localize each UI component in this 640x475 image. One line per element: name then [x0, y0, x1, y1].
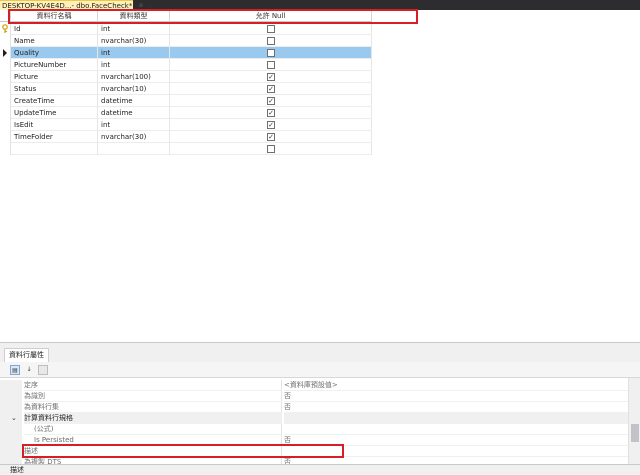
- data-type-cell[interactable]: int: [98, 47, 170, 59]
- row-selector[interactable]: [0, 107, 11, 119]
- property-row[interactable]: (公式): [0, 424, 628, 435]
- table-row[interactable]: Status nvarchar(10) ✓: [0, 83, 372, 95]
- allow-null-checkbox[interactable]: ✓: [267, 109, 275, 117]
- row-selector[interactable]: [0, 35, 11, 47]
- row-selector[interactable]: [0, 95, 11, 107]
- data-type-cell[interactable]: datetime: [98, 95, 170, 107]
- data-type-cell[interactable]: datetime: [98, 107, 170, 119]
- property-value[interactable]: 否: [284, 391, 628, 402]
- data-type-cell[interactable]: [98, 143, 170, 155]
- property-row[interactable]: 為資料行集否: [0, 402, 628, 413]
- property-gutter: [0, 402, 22, 413]
- row-selector[interactable]: [0, 59, 11, 71]
- table-row[interactable]: UpdateTime datetime ✓: [0, 107, 372, 119]
- table-row[interactable]: Id int: [0, 23, 372, 35]
- column-name-cell[interactable]: Status: [11, 83, 98, 95]
- property-name: 計算資料行規格: [24, 413, 282, 424]
- property-pages-icon[interactable]: [38, 365, 48, 375]
- property-value[interactable]: 否: [284, 457, 628, 464]
- properties-panel-tabstrip: 資料行屬性: [0, 342, 640, 362]
- property-name: 為識別: [24, 391, 282, 402]
- property-name: 定序: [24, 380, 282, 391]
- alphabetical-sort-icon[interactable]: ↓: [24, 365, 34, 375]
- row-selector[interactable]: [0, 71, 11, 83]
- property-value[interactable]: [284, 413, 628, 424]
- allow-null-checkbox[interactable]: [267, 49, 275, 57]
- pin-icon[interactable]: ⊕: [138, 2, 143, 9]
- property-gutter: [0, 435, 22, 446]
- table-row[interactable]: CreateTime datetime ✓: [0, 95, 372, 107]
- property-gutter: [0, 457, 22, 464]
- primary-key-icon[interactable]: [0, 23, 11, 35]
- column-name-cell[interactable]: IsEdit: [11, 119, 98, 131]
- column-name-cell[interactable]: Picture: [11, 71, 98, 83]
- property-value[interactable]: <資料庫預設值>: [284, 380, 628, 391]
- data-type-cell[interactable]: nvarchar(10): [98, 83, 170, 95]
- annotation-highlight-header: [8, 9, 418, 24]
- scrollbar-thumb[interactable]: [631, 424, 639, 442]
- categorized-sort-icon[interactable]: ▤: [10, 365, 20, 375]
- table-row[interactable]: PictureNumber int: [0, 59, 372, 71]
- properties-toolbar: ▤ ↓: [0, 362, 640, 378]
- current-row-arrow-icon[interactable]: [0, 47, 11, 59]
- property-name: 為資料行集: [24, 402, 282, 413]
- row-selector[interactable]: [0, 83, 11, 95]
- data-type-cell[interactable]: int: [98, 119, 170, 131]
- column-name-cell[interactable]: PictureNumber: [11, 59, 98, 71]
- property-value[interactable]: [284, 424, 628, 435]
- description-bar: 描述: [0, 464, 640, 475]
- property-row[interactable]: 為識別否: [0, 391, 628, 402]
- allow-null-checkbox[interactable]: ✓: [267, 121, 275, 129]
- property-name: 為複製 DTS: [24, 457, 282, 464]
- property-row[interactable]: 定序 <資料庫預設值>: [0, 380, 628, 391]
- chevron-down-icon[interactable]: ⌄: [11, 413, 17, 424]
- column-name-cell[interactable]: Quality: [11, 47, 98, 59]
- column-name-cell[interactable]: CreateTime: [11, 95, 98, 107]
- column-name-cell[interactable]: TimeFolder: [11, 131, 98, 143]
- row-selector[interactable]: [0, 143, 11, 155]
- row-selector[interactable]: [0, 131, 11, 143]
- table-row[interactable]: Picture nvarchar(100) ✓: [0, 71, 372, 83]
- property-gutter: [0, 380, 22, 391]
- allow-null-checkbox[interactable]: [267, 37, 275, 45]
- table-row[interactable]: Name nvarchar(30): [0, 35, 372, 47]
- property-value[interactable]: 否: [284, 402, 628, 413]
- tab-column-properties[interactable]: 資料行屬性: [4, 348, 49, 362]
- data-type-cell[interactable]: nvarchar(30): [98, 131, 170, 143]
- property-category[interactable]: ⌄ 計算資料行規格: [0, 413, 628, 424]
- table-row[interactable]: TimeFolder nvarchar(30) ✓: [0, 131, 372, 143]
- property-gutter: [0, 391, 22, 402]
- allow-null-checkbox[interactable]: ✓: [267, 133, 275, 141]
- allow-null-checkbox[interactable]: [267, 25, 275, 33]
- data-type-cell[interactable]: int: [98, 23, 170, 35]
- table-designer-grid: 資料行名稱 資料類型 允許 Null Id int Name nvarchar(30)…: [0, 10, 372, 160]
- data-type-cell[interactable]: nvarchar(30): [98, 35, 170, 47]
- allow-null-checkbox[interactable]: ✓: [267, 97, 275, 105]
- property-gutter: [0, 446, 22, 457]
- row-selector[interactable]: [0, 119, 11, 131]
- data-type-cell[interactable]: int: [98, 59, 170, 71]
- allow-null-checkbox[interactable]: ✓: [267, 73, 275, 81]
- annotation-highlight-description: [22, 444, 344, 458]
- table-row[interactable]: IsEdit int ✓: [0, 119, 372, 131]
- properties-scrollbar[interactable]: [628, 378, 640, 464]
- data-type-cell[interactable]: nvarchar(100): [98, 71, 170, 83]
- property-row[interactable]: 為複製 DTS 否: [0, 457, 628, 464]
- property-name: (公式): [24, 424, 282, 435]
- allow-null-checkbox[interactable]: [267, 61, 275, 69]
- table-row[interactable]: Quality int: [0, 47, 372, 59]
- allow-null-checkbox[interactable]: [267, 145, 275, 153]
- column-name-cell[interactable]: UpdateTime: [11, 107, 98, 119]
- column-name-cell[interactable]: [11, 143, 98, 155]
- property-gutter: [0, 424, 22, 435]
- table-row[interactable]: [0, 143, 372, 155]
- column-name-cell[interactable]: Id: [11, 23, 98, 35]
- allow-null-checkbox[interactable]: ✓: [267, 85, 275, 93]
- column-name-cell[interactable]: Name: [11, 35, 98, 47]
